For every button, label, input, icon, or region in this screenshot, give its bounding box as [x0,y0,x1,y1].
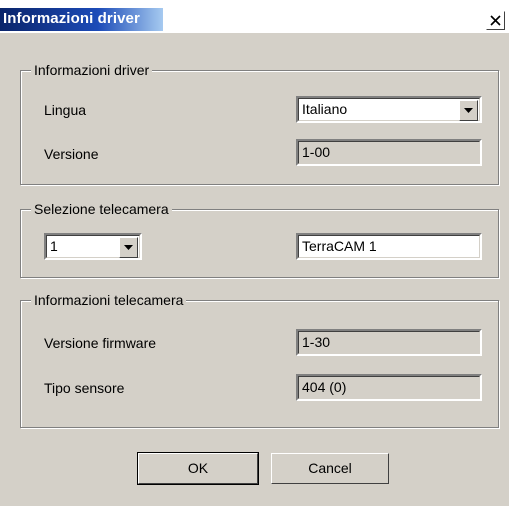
sensor-value: 404 (0) [302,379,347,395]
firmware-value: 1-30 [302,334,331,350]
sensor-field: 404 (0) [296,374,482,401]
chevron-down-icon [124,245,133,250]
version-value: 1-00 [302,144,331,160]
dialog-client-area: Informazioni driver Lingua Italiano Vers… [0,33,509,506]
language-select[interactable]: Italiano [296,96,482,123]
group-driver-info: Informazioni driver [20,61,499,185]
cancel-button[interactable]: Cancel [271,453,389,484]
firmware-label: Versione firmware [44,335,157,351]
camera-number-value: 1 [50,238,58,254]
camera-dropdown-button[interactable] [119,237,138,258]
group-camera-info-label: Informazioni telecamera [31,291,187,309]
ok-button[interactable]: OK [137,452,259,485]
version-field: 1-00 [296,139,482,166]
group-driver-info-label: Informazioni driver [31,61,153,79]
group-camera-info: Informazioni telecamera [20,291,499,428]
language-dropdown-button[interactable] [459,100,478,121]
chevron-down-icon [464,108,473,113]
firmware-field: 1-30 [296,329,482,356]
close-button[interactable] [486,11,505,30]
language-value: Italiano [302,101,348,117]
close-icon [490,15,501,26]
group-camera-select-label: Selezione telecamera [31,200,172,218]
camera-name-input[interactable]: TerraCAM 1 [296,233,482,260]
camera-name-value: TerraCAM 1 [302,238,377,254]
sensor-label: Tipo sensore [44,380,125,396]
version-label: Versione [44,146,99,162]
title-bar: Informazioni driver [0,0,509,33]
language-label: Lingua [44,102,87,118]
window-title: Informazioni driver [3,10,140,27]
camera-number-select[interactable]: 1 [44,233,142,260]
